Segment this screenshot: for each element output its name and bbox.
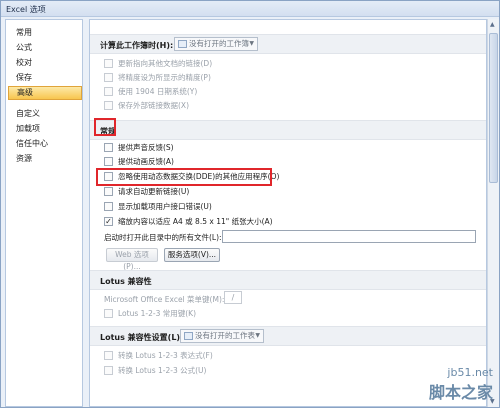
vertical-scrollbar[interactable]: ▲ ▼ [487, 19, 499, 407]
site-watermark: jb51.net 脚本之家 [429, 366, 493, 403]
sidebar-item-resources[interactable]: 资源 [8, 152, 82, 166]
checkbox[interactable] [104, 142, 113, 152]
opt-sound-feedback[interactable]: 提供声音反馈(S) [104, 142, 174, 154]
opt-label: 转换 Lotus 1-2-3 公式(U) [118, 366, 207, 375]
scroll-thumb[interactable] [489, 33, 498, 183]
opt-label: 转换 Lotus 1-2-3 表达式(F) [118, 351, 213, 360]
opt-scale-a4[interactable]: ✓ 缩放内容以适应 A4 或 8.5 x 11" 纸张大小(A) [104, 216, 273, 228]
menu-key-input[interactable]: / [224, 291, 242, 304]
options-content: 计算此工作簿时(H): 没有打开的工作簿 ▼ 更新指向其他文档的链接(D) 将精… [89, 19, 487, 407]
opt-transition-formula-entry[interactable]: 转换 Lotus 1-2-3 公式(U) [104, 365, 206, 377]
opt-label: 请求自动更新链接(U) [118, 187, 190, 196]
calc-section-label: 计算此工作簿时(H): [100, 41, 174, 50]
checkbox[interactable] [104, 308, 113, 318]
opt-label: 显示加载项用户接口错误(U) [118, 202, 212, 211]
checkbox[interactable] [104, 365, 113, 375]
chevron-down-icon: ▼ [249, 40, 254, 47]
sidebar-item-save[interactable]: 保存 [8, 71, 82, 85]
calc-workbook-select[interactable]: 没有打开的工作簿 ▼ [174, 37, 258, 51]
opt-precision-as-displayed[interactable]: 将精度设为所显示的精度(P) [104, 72, 211, 84]
scroll-up-icon[interactable]: ▲ [490, 21, 495, 28]
opt-label: 缩放内容以适应 A4 或 8.5 x 11" 纸张大小(A) [118, 217, 273, 226]
checkbox[interactable] [104, 156, 113, 166]
startup-folder-label: 启动时打开此目录中的所有文件(L): [104, 233, 222, 242]
watermark-url: jb51.net [447, 366, 493, 379]
opt-show-addin-errors[interactable]: 显示加载项用户接口错误(U) [104, 201, 212, 213]
checkbox[interactable] [104, 86, 113, 96]
lotus-compat-header: Lotus 兼容性 [90, 270, 486, 290]
menu-key-label: Microsoft Office Excel 菜单键(M): [104, 295, 225, 304]
checkbox[interactable] [104, 201, 113, 211]
checkbox[interactable] [104, 58, 113, 68]
sidebar-item-popular[interactable]: 常用 [8, 26, 82, 40]
calc-section-header: 计算此工作簿时(H): [90, 34, 486, 54]
sidebar-item-customize[interactable]: 自定义 [8, 107, 82, 121]
checkbox[interactable] [104, 72, 113, 82]
checkbox[interactable] [104, 186, 113, 196]
sidebar-item-proofing[interactable]: 校对 [8, 56, 82, 70]
opt-label: 提供声音反馈(S) [118, 143, 174, 152]
highlight-box-general [94, 118, 116, 136]
opt-label: 将精度设为所显示的精度(P) [118, 73, 211, 82]
opt-save-external-link-values[interactable]: 保存外部链接数据(X) [104, 100, 189, 112]
opt-transition-formula-evaluation[interactable]: 转换 Lotus 1-2-3 表达式(F) [104, 350, 213, 362]
opt-lotus-navigation-keys[interactable]: Lotus 1-2-3 常用键(K) [104, 308, 196, 320]
web-options-button[interactable]: Web 选项(P)... [106, 248, 158, 271]
opt-label: 使用 1904 日期系统(Y) [118, 87, 198, 96]
workbook-icon [178, 40, 187, 48]
chevron-down-icon: ▼ [255, 332, 260, 339]
sidebar-item-advanced[interactable]: 高级 [8, 86, 82, 100]
checkbox[interactable] [104, 100, 113, 110]
lotus-settings-label: Lotus 兼容性设置(L): [100, 333, 184, 342]
sidebar-nav: 常用 公式 校对 保存 高级 自定义 加载项 信任中心 资源 [5, 19, 83, 407]
excel-options-window: Excel 选项 常用 公式 校对 保存 高级 自定义 加载项 信任中心 资源 … [0, 0, 500, 408]
opt-update-links[interactable]: 更新指向其他文档的链接(D) [104, 58, 212, 70]
window-title: Excel 选项 [6, 5, 46, 14]
lotus-worksheet-select-value: 没有打开的工作表 [195, 331, 255, 340]
startup-folder-input[interactable] [222, 230, 476, 243]
opt-label: 更新指向其他文档的链接(D) [118, 59, 213, 68]
lotus-worksheet-select[interactable]: 没有打开的工作表 ▼ [180, 329, 264, 343]
calc-workbook-select-value: 没有打开的工作簿 [189, 39, 249, 48]
general-section-header: 常规 [90, 120, 486, 140]
opt-1904-date-system[interactable]: 使用 1904 日期系统(Y) [104, 86, 197, 98]
sidebar-item-formulas[interactable]: 公式 [8, 41, 82, 55]
opt-label: Lotus 1-2-3 常用键(K) [118, 309, 197, 318]
lotus-settings-header: Lotus 兼容性设置(L): [90, 326, 486, 346]
highlight-box-dde [96, 168, 272, 186]
checkbox-checked[interactable]: ✓ [104, 216, 113, 226]
opt-animation-feedback[interactable]: 提供动画反馈(A) [104, 156, 174, 168]
worksheet-icon [184, 332, 193, 340]
watermark-text: 脚本之家 [428, 383, 493, 402]
lotus-compat-label: Lotus 兼容性 [100, 277, 152, 286]
service-options-button[interactable]: 服务选项(V)... [164, 248, 220, 262]
opt-ask-update-links[interactable]: 请求自动更新链接(U) [104, 186, 189, 198]
sidebar-item-addins[interactable]: 加载项 [8, 122, 82, 136]
checkbox[interactable] [104, 350, 113, 360]
title-bar[interactable]: Excel 选项 [1, 1, 499, 17]
opt-label: 提供动画反馈(A) [118, 157, 174, 166]
opt-label: 保存外部链接数据(X) [118, 101, 189, 110]
sidebar-item-trust-center[interactable]: 信任中心 [8, 137, 82, 151]
